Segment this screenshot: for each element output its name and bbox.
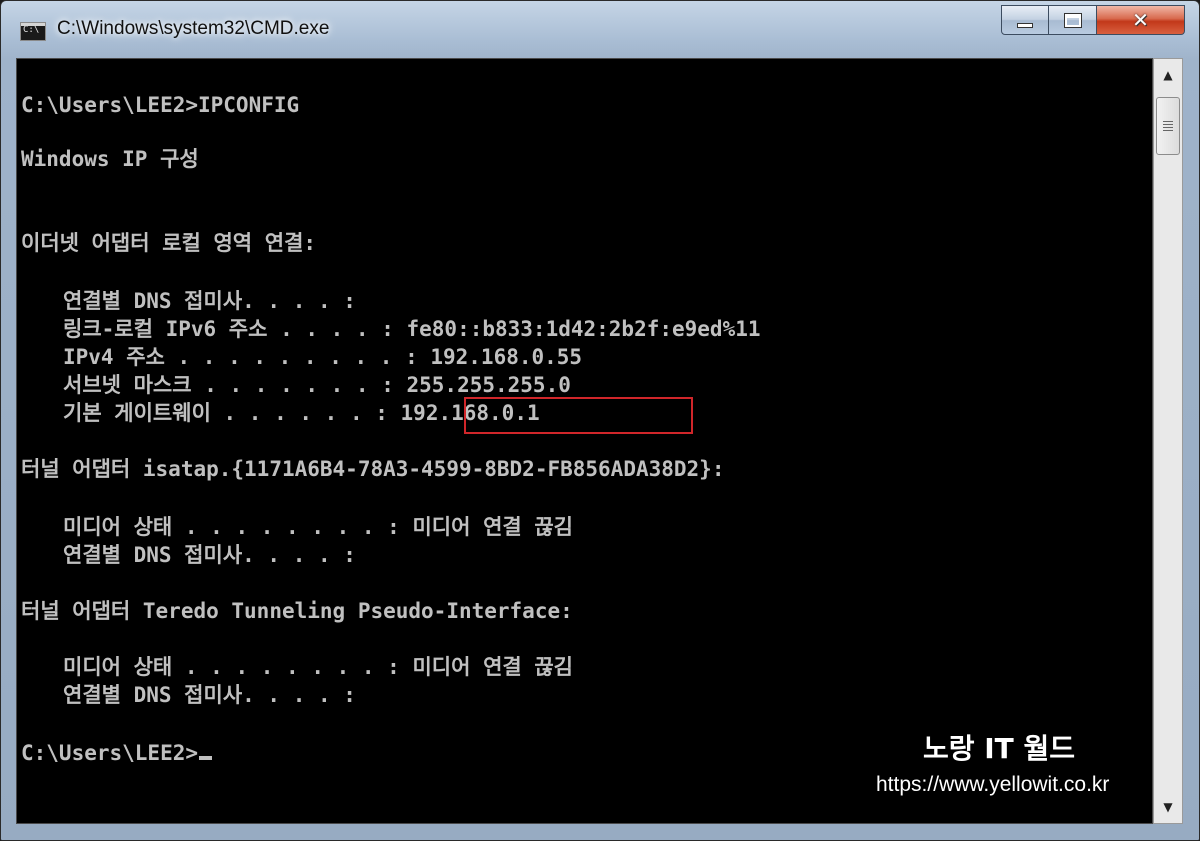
up-arrow-icon: ▲ [1163,68,1173,82]
minimize-icon [1017,22,1033,28]
watermark-url: https://www.yellowit.co.kr [876,773,1110,796]
console-line-ipv6: 링크-로컬 IPv6 주소 . . . . : fe80::b833:1d42:… [63,317,761,341]
console-line-media-state: 미디어 상태 . . . . . . . . : 미디어 연결 끊김 [63,515,573,539]
grip-icon [1163,121,1173,131]
gateway-highlight-box [464,397,693,434]
console-output[interactable]: C:\Users\LEE2>IPCONFIG Windows IP 구성 이더넷… [16,58,1153,824]
down-arrow-icon: ▼ [1163,800,1173,814]
cmd-app-icon[interactable]: C:\ [20,22,46,41]
console-line-adapter-ethernet: 이더넷 어댑터 로컬 영역 연결: [21,231,317,255]
window-title: C:\Windows\system32\CMD.exe [57,18,330,39]
prompt-text: C:\Users\LEE2> [21,741,199,765]
console-line-ipv4: IPv4 주소 . . . . . . . . . : 192.168.0.55 [63,345,583,369]
scroll-thumb[interactable] [1156,97,1180,155]
scroll-up-button[interactable]: ▲ [1155,60,1181,90]
close-icon: ✕ [1132,8,1149,32]
console-line-heading: Windows IP 구성 [21,147,199,171]
maximize-icon [1063,12,1082,28]
console-line-media-state: 미디어 상태 . . . . . . . . : 미디어 연결 끊김 [63,655,573,679]
console-line-current-prompt[interactable]: C:\Users\LEE2> [21,739,213,767]
console-line-prompt: C:\Users\LEE2>IPCONFIG [21,93,300,117]
scroll-down-button[interactable]: ▼ [1155,792,1181,822]
minimize-button[interactable] [1001,5,1049,35]
maximize-button[interactable] [1049,5,1097,35]
text-cursor [199,756,213,760]
console-line-adapter-isatap: 터널 어댑터 isatap.{1171A6B4-78A3-4599-8BD2-F… [21,457,725,481]
console-line-dns-suffix: 연결별 DNS 접미사. . . . : [63,289,356,313]
close-button[interactable]: ✕ [1097,5,1185,35]
console-line-gateway: 기본 게이트웨이 . . . . . . : 192.168.0.1 [63,401,540,425]
console-line-adapter-teredo: 터널 어댑터 Teredo Tunneling Pseudo-Interface… [21,599,573,623]
console-line-dns-suffix: 연결별 DNS 접미사. . . . : [63,683,356,707]
vertical-scrollbar[interactable]: ▲ ▼ [1153,58,1183,824]
console-line-dns-suffix: 연결별 DNS 접미사. . . . : [63,543,356,567]
watermark-title: 노랑 IT 월드 [923,732,1076,765]
console-line-subnet: 서브넷 마스크 . . . . . . . : 255.255.255.0 [63,373,571,397]
